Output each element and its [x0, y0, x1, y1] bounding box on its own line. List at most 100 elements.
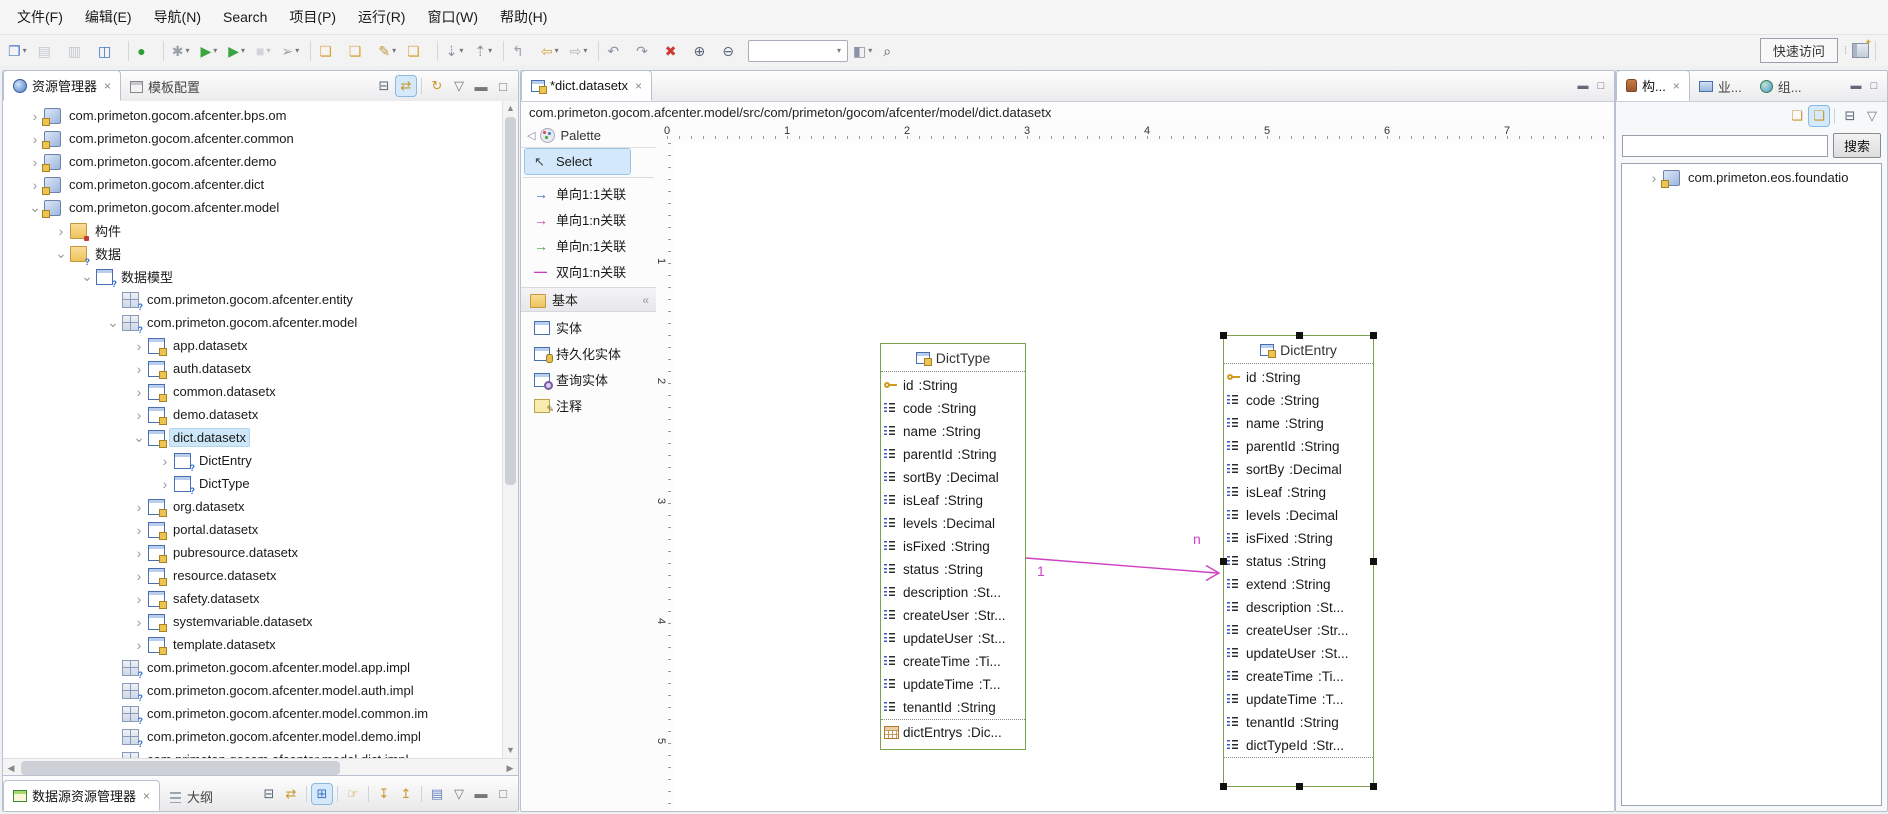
expander-icon[interactable]: › [131, 637, 147, 653]
entity-dictentry[interactable]: DictEntry id:Stringcode:Stringname:Strin… [1223, 335, 1374, 787]
menu-item[interactable]: 文件(F) [6, 0, 74, 34]
tab-resource-explorer[interactable]: 资源管理器× [3, 70, 121, 101]
updateTime[interactable]: updateTime:T... [1224, 688, 1373, 711]
stop[interactable]: ■▾ [253, 39, 276, 63]
maximize-icon[interactable]: □ [1865, 80, 1883, 92]
tree-item[interactable]: ›org.datasetx [3, 495, 518, 518]
scroll-up-icon[interactable]: ▲ [503, 101, 518, 116]
tree-item[interactable]: ⌄com.primeton.gocom.afcenter.model [3, 196, 518, 219]
view-menu[interactable]: ▽ [449, 784, 469, 804]
collapse-all[interactable]: ⊟ [1840, 106, 1860, 126]
createUser[interactable]: createUser:Str... [1224, 619, 1373, 642]
palette-rel-many-to-one[interactable]: 单向n:1关联 [525, 233, 652, 258]
next-annotation[interactable]: ⇣▾ [443, 39, 470, 63]
tree-item[interactable]: ⌄数据模型 [3, 265, 518, 288]
toolbar-button[interactable] [503, 41, 504, 61]
updateTime[interactable]: updateTime:T... [881, 673, 1025, 696]
parentId[interactable]: parentId:String [1224, 435, 1373, 458]
editor-tab-dict-datasetx[interactable]: *dict.datasetx × [521, 70, 652, 101]
id[interactable]: id:String [881, 374, 1025, 397]
id[interactable]: id:String [1224, 366, 1373, 389]
scrollbar-thumb[interactable] [505, 117, 516, 485]
tab-outline[interactable]: 大纲× [160, 782, 222, 811]
vertical-scrollbar[interactable]: ▲ ▼ [502, 101, 518, 758]
diagram-layout[interactable]: ◧▾ [850, 39, 878, 63]
tree-item[interactable]: ›template.datasetx [3, 633, 518, 656]
relation-line[interactable] [673, 143, 1613, 811]
expander-icon[interactable]: › [131, 568, 147, 584]
view-menu[interactable]: ▽ [1862, 106, 1882, 126]
maximize[interactable]: □ [493, 784, 513, 804]
debug[interactable]: ✱▾ [169, 39, 196, 63]
view-menu[interactable]: ▽ [449, 76, 469, 96]
palette-rel-one-to-one[interactable]: 单向1:1关联 [525, 181, 652, 206]
tab-template-config[interactable]: 模板配置× [121, 72, 209, 101]
forward[interactable]: ⇨▾ [567, 39, 594, 63]
selection-handle[interactable] [1370, 558, 1377, 565]
expander-icon[interactable]: ⌄ [27, 199, 43, 216]
selection-handle[interactable] [1370, 783, 1377, 790]
levels[interactable]: levels:Decimal [1224, 504, 1373, 527]
maximize[interactable]: □ [493, 76, 513, 96]
expander-icon[interactable]: › [27, 177, 43, 193]
export-config[interactable]: ↥ [396, 784, 416, 804]
toolbar-button[interactable] [128, 41, 129, 61]
tree-item[interactable]: ⌄dict.datasetx [3, 426, 518, 449]
tab-datasource-explorer[interactable]: 数据源资源管理器× [3, 780, 160, 811]
menu-item[interactable]: 帮助(H) [489, 0, 558, 34]
scrollbar-thumb[interactable] [21, 761, 340, 775]
maximize-icon[interactable]: □ [1592, 80, 1610, 92]
tree-item[interactable]: ›DictEntry [3, 449, 518, 472]
extend[interactable]: extend:String [1224, 573, 1373, 596]
isFixed[interactable]: isFixed:String [881, 535, 1025, 558]
tree-item[interactable]: ›构件 [3, 219, 518, 242]
menu-item[interactable]: 编辑(E) [74, 0, 143, 34]
expander-icon[interactable]: › [27, 154, 43, 170]
isLeaf[interactable]: isLeaf:String [881, 489, 1025, 512]
tree-item[interactable]: ⌄数据 [3, 242, 518, 265]
scroll-down-icon[interactable]: ▼ [503, 743, 518, 758]
expander-icon[interactable]: › [157, 476, 173, 492]
tree-item[interactable]: ›app.datasetx [3, 334, 518, 357]
expander-icon[interactable]: › [131, 361, 147, 377]
diagram-canvas[interactable]: 1 n DictType id:Stringcode:Stringname:St… [673, 143, 1614, 811]
save-all[interactable]: ▥ [65, 39, 93, 63]
expander-icon[interactable]: › [131, 384, 147, 400]
createUser[interactable]: createUser:Str... [881, 604, 1025, 627]
collapse-all[interactable]: ⊟ [374, 76, 394, 96]
entity-title[interactable]: DictEntry [1224, 336, 1373, 364]
close-icon[interactable]: × [143, 789, 150, 803]
open-resource[interactable]: ❏ [316, 39, 344, 63]
zoom-level[interactable]: ▾ [748, 40, 848, 62]
save-config[interactable]: ▤ [427, 784, 447, 804]
expander-icon[interactable]: › [53, 223, 69, 239]
tree-item[interactable]: ›systemvariable.datasetx [3, 610, 518, 633]
toolbar-button[interactable] [598, 41, 599, 61]
menu-item[interactable]: 项目(P) [278, 0, 347, 34]
tenantId[interactable]: tenantId:String [881, 696, 1025, 719]
expander-icon[interactable]: ⌄ [79, 268, 95, 285]
minimize-icon[interactable]: ▬ [1574, 80, 1592, 92]
palette-rel-one-to-many[interactable]: 单向1:n关联 [525, 207, 652, 232]
selection-handle[interactable] [1370, 332, 1377, 339]
menu-item[interactable]: 导航(N) [143, 0, 212, 34]
minimize-icon[interactable]: ▬ [1847, 80, 1865, 92]
expander-icon[interactable]: ⌄ [53, 245, 69, 262]
palette-group-basic[interactable]: 基本 [521, 287, 656, 312]
tree-item[interactable]: ›DictType [3, 472, 518, 495]
close-icon[interactable]: × [1673, 79, 1680, 93]
levels[interactable]: levels:Decimal [881, 512, 1025, 535]
expander-icon[interactable]: › [27, 108, 43, 124]
import-config[interactable]: ↧ [374, 784, 394, 804]
new-wizard[interactable]: ❐▾ [5, 39, 33, 63]
tree-item[interactable]: ›safety.datasetx [3, 587, 518, 610]
refresh[interactable]: ↻ [427, 76, 447, 96]
entity-title[interactable]: DictType [881, 344, 1025, 372]
expander-icon[interactable]: › [1646, 170, 1662, 186]
selection-handle[interactable] [1220, 783, 1227, 790]
expander-icon[interactable]: ⌄ [105, 314, 121, 331]
tree-item[interactable]: ›demo.datasetx [3, 403, 518, 426]
dictEntrys[interactable]: dictEntrys:Dic... [881, 721, 1025, 744]
zoom-in[interactable]: ⊕ [691, 39, 718, 63]
tree-item[interactable]: com.primeton.gocom.afcenter.model.demo.i… [3, 725, 518, 748]
